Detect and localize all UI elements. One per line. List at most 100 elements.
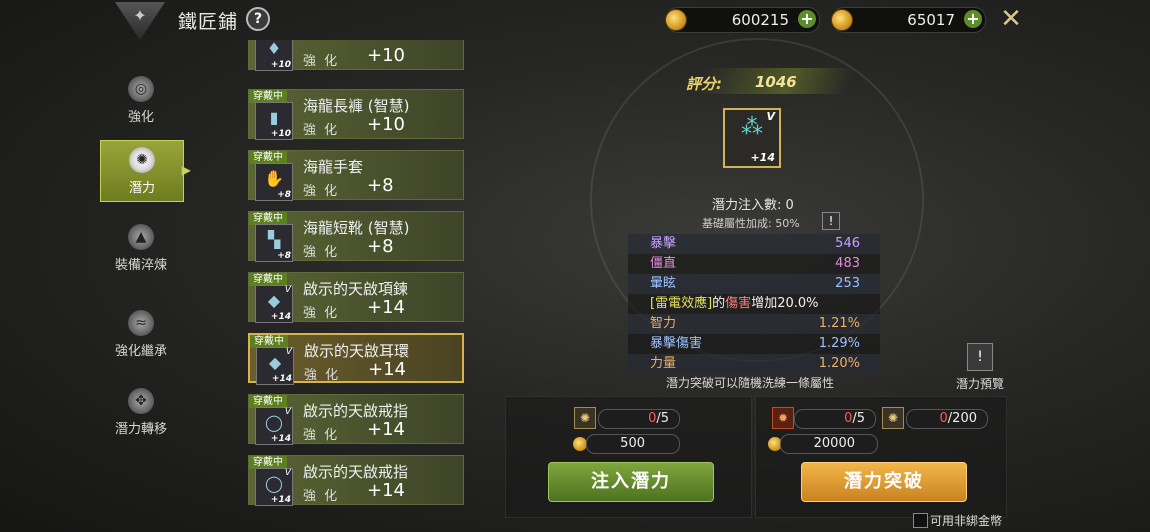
add-currency-button[interactable]: + <box>964 10 982 28</box>
score-label: 評分: <box>686 75 722 93</box>
stat-row: 暈眩 253 <box>628 274 880 294</box>
dragon-emblem-icon: ✦ <box>115 2 165 40</box>
nav-item-inherit[interactable]: ≈ 強化繼承 <box>100 304 182 364</box>
enhance-label: 強 化 <box>303 489 340 504</box>
potential-row: 力量 1.20% <box>628 354 880 374</box>
enhance-value: +14 <box>368 359 406 380</box>
potential-preview-button[interactable]: ! 潛力預覽 <box>955 343 1005 392</box>
earring-icon: ⁂ <box>741 115 763 140</box>
stone-counter: 0/5 <box>598 409 680 429</box>
score-value: 1046 <box>755 73 797 91</box>
item-thumbnail: ◯ V +14 <box>255 468 293 506</box>
transfer-icon: ✥ <box>128 388 154 414</box>
enhance-value: +10 <box>367 114 405 135</box>
list-item[interactable]: 穿戴中 ◆ V +14 啟示的天啟項鍊 強 化 +14 <box>248 272 464 323</box>
enhance-icon: ◎ <box>128 76 154 102</box>
item-name: 啟示的天啟戒指 <box>303 402 409 420</box>
enhance-label: 強 化 <box>303 123 340 138</box>
item-thumbnail: ♦ +10 <box>255 40 293 71</box>
diamond-amount: 65017 <box>907 11 955 29</box>
unbound-gold-checkbox[interactable] <box>913 513 928 528</box>
selected-item-icon: ⁂ V +14 <box>723 108 781 168</box>
enhance-value: +14 <box>367 480 405 501</box>
gold-cost: 20000 <box>780 434 878 454</box>
item-thumbnail: ▚ +8 <box>255 224 293 262</box>
gold-coin-icon <box>573 437 587 451</box>
potential-stone-icon: ✺ <box>574 407 596 429</box>
item-name: 海龍長褲 (智慧) <box>303 97 410 115</box>
item-thumbnail: ◯ V +14 <box>255 407 293 445</box>
breakthrough-panel: ✹ 0/5 ✺ 0/200 20000 潛力突破 <box>755 396 1007 518</box>
base-bonus: 基礎屬性加成: 50% <box>702 217 800 230</box>
nav-item-potential[interactable]: ✺ 潛力 ▶ <box>100 140 191 202</box>
enhance-value: +10 <box>367 45 405 66</box>
stats-table: 暴擊 546 僵直 483 暈眩 253 [雷電效應]的傷害增加20.0% 智力 1.2… <box>628 234 880 374</box>
potential-stone-icon: ✺ <box>882 407 904 429</box>
list-item[interactable]: 穿戴中 ▮ +10 海龍長褲 (智慧) 強 化 +10 <box>248 89 464 140</box>
enhance-value: +8 <box>367 175 394 196</box>
stat-row: 暴擊 546 <box>628 234 880 254</box>
nav-item-refine[interactable]: ▲ 裝備淬煉 <box>100 218 182 278</box>
enhance-label: 強 化 <box>303 184 340 199</box>
add-gold-button[interactable]: + <box>798 10 816 28</box>
potential-icon: ✺ <box>129 147 155 173</box>
item-name: 海龍手套 <box>303 158 364 176</box>
item-thumbnail: ✋ +8 <box>255 163 293 201</box>
potential-breakthrough-button[interactable]: 潛力突破 <box>801 462 967 502</box>
stat-row: 僵直 483 <box>650 256 860 271</box>
item-thumbnail: ▮ +10 <box>255 102 293 140</box>
help-button[interactable]: ? <box>246 7 270 31</box>
nav-label: 強化 <box>127 110 154 125</box>
potential-row: 暴擊傷害 1.29% <box>650 336 860 351</box>
enhance-label: 強 化 <box>303 428 340 443</box>
nav-label: 潛力轉移 <box>114 422 167 437</box>
coin-icon <box>831 9 853 31</box>
nav-item-enhance[interactable]: ◎ 強化 <box>100 70 182 130</box>
gold-amount: 600215 <box>731 11 789 29</box>
nav-label: 裝備淬煉 <box>114 258 167 273</box>
inject-panel: ✺ 0/5 500 注入潛力 <box>505 396 752 518</box>
item-name: 啟示的天啟戒指 <box>303 463 409 481</box>
enhance-value: +14 <box>367 419 405 440</box>
list-item[interactable]: 穿戴中 ◯ V +14 啟示的天啟戒指 強 化 +14 <box>248 455 464 506</box>
inherit-icon: ≈ <box>128 310 154 336</box>
equipment-list[interactable]: ♦ +10 強 化 +10 穿戴中 ▮ +10 海龍長褲 (智慧) 強 化 +10 … <box>238 40 478 532</box>
material-counter: 0/200 <box>906 409 988 429</box>
unbound-gold-label: 可用非綁金幣 <box>930 514 1003 528</box>
enhance-label: 強 化 <box>303 54 340 69</box>
diamond-currency: 65017 + <box>831 7 986 33</box>
nav-label: 潛力 <box>128 181 155 196</box>
special-effect-row: [雷電效應]的傷害增加20.0% <box>650 296 819 311</box>
exclamation-icon: ! <box>967 343 993 371</box>
enhance-label: 強 化 <box>303 245 340 260</box>
top-bar: ✦ 鐵匠鋪 ? 600215 + 65017 + ✕ <box>0 0 1150 40</box>
potential-row: 智力 1.21% <box>628 314 880 334</box>
gold-currency: 600215 + <box>665 7 820 33</box>
item-name: 啟示的天啟項鍊 <box>303 280 409 298</box>
enhance-value: +8 <box>367 236 394 257</box>
list-item[interactable]: 穿戴中 ◯ V +14 啟示的天啟戒指 強 化 +14 <box>248 394 464 445</box>
list-item-selected[interactable]: 穿戴中 ◆ V +14 啟示的天啟耳環 強 化 +14 <box>248 333 464 385</box>
breakthrough-stone-counter: 0/5 <box>794 409 876 429</box>
gold-coin-icon <box>665 9 687 31</box>
info-button[interactable]: ! <box>822 212 840 230</box>
enhance-label: 強 化 <box>303 306 340 321</box>
list-item[interactable]: ♦ +10 強 化 +10 <box>248 40 464 71</box>
anvil-icon: ▲ <box>128 224 154 250</box>
enhance-label: 強 化 <box>304 368 341 383</box>
close-icon[interactable]: ✕ <box>998 5 1024 33</box>
list-item[interactable]: 穿戴中 ▚ +8 海龍短靴 (智慧) 強 化 +8 <box>248 211 464 262</box>
inject-count: 潛力注入數: 0 <box>712 198 794 213</box>
item-thumbnail: ◆ V +14 <box>256 347 294 385</box>
inject-potential-button[interactable]: 注入潛力 <box>548 462 714 502</box>
gold-cost: 500 <box>586 434 680 454</box>
item-name: 海龍短靴 (智慧) <box>303 219 410 237</box>
item-thumbnail: ◆ V +14 <box>255 285 293 323</box>
nav-item-transfer[interactable]: ✥ 潛力轉移 <box>100 382 182 442</box>
hint-text: 潛力突破可以隨機洗練一條屬性 <box>666 376 835 390</box>
item-name: 啟示的天啟耳環 <box>304 342 410 360</box>
nav-label: 強化繼承 <box>114 344 167 359</box>
list-item[interactable]: 穿戴中 ✋ +8 海龍手套 強 化 +8 <box>248 150 464 201</box>
breakthrough-stone-icon: ✹ <box>772 407 794 429</box>
enhance-value: +14 <box>367 297 405 318</box>
